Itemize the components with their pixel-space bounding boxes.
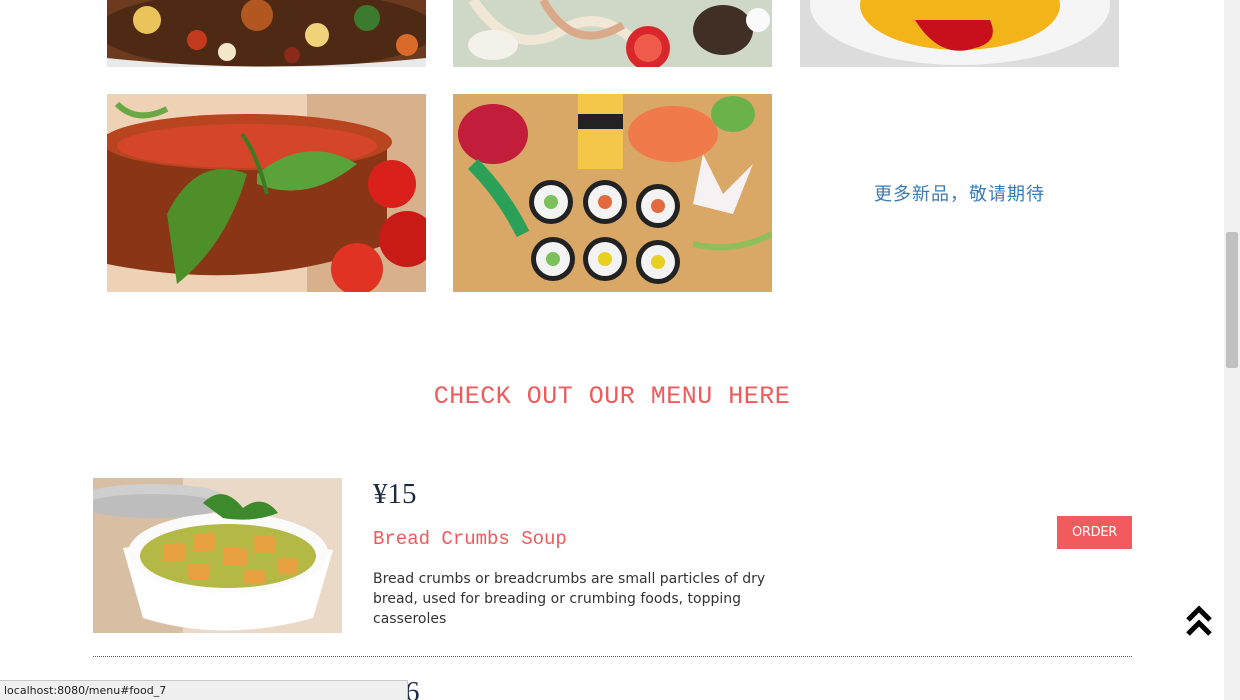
food-image-omelette[interactable] [800,0,1119,67]
order-button[interactable]: ORDER [1057,516,1132,549]
scrollbar-thumb[interactable] [1226,232,1238,368]
page: 更多新品，敬请期待 CHECK OUT OUR MENU HERE ¥15 Br… [0,0,1224,700]
status-bar-url: localhost:8080/menu#food_7 [0,680,408,700]
menu-item-image[interactable] [93,478,342,633]
menu-divider [93,656,1132,657]
food-image-salad[interactable] [107,0,426,67]
menu-item-price: ¥15 [373,478,417,510]
food-image-seafood[interactable] [453,0,772,67]
double-chevron-up-icon[interactable] [1184,604,1214,638]
coming-soon-text: 更多新品，敬请期待 [874,184,1045,205]
food-image-tomato-soup[interactable] [107,94,426,292]
food-image-sushi[interactable] [453,94,772,292]
menu-item-name: Bread Crumbs Soup [373,528,567,550]
menu-item-description: Bread crumbs or breadcrumbs are small pa… [373,571,766,627]
menu-heading: CHECK OUT OUR MENU HERE [433,382,791,411]
